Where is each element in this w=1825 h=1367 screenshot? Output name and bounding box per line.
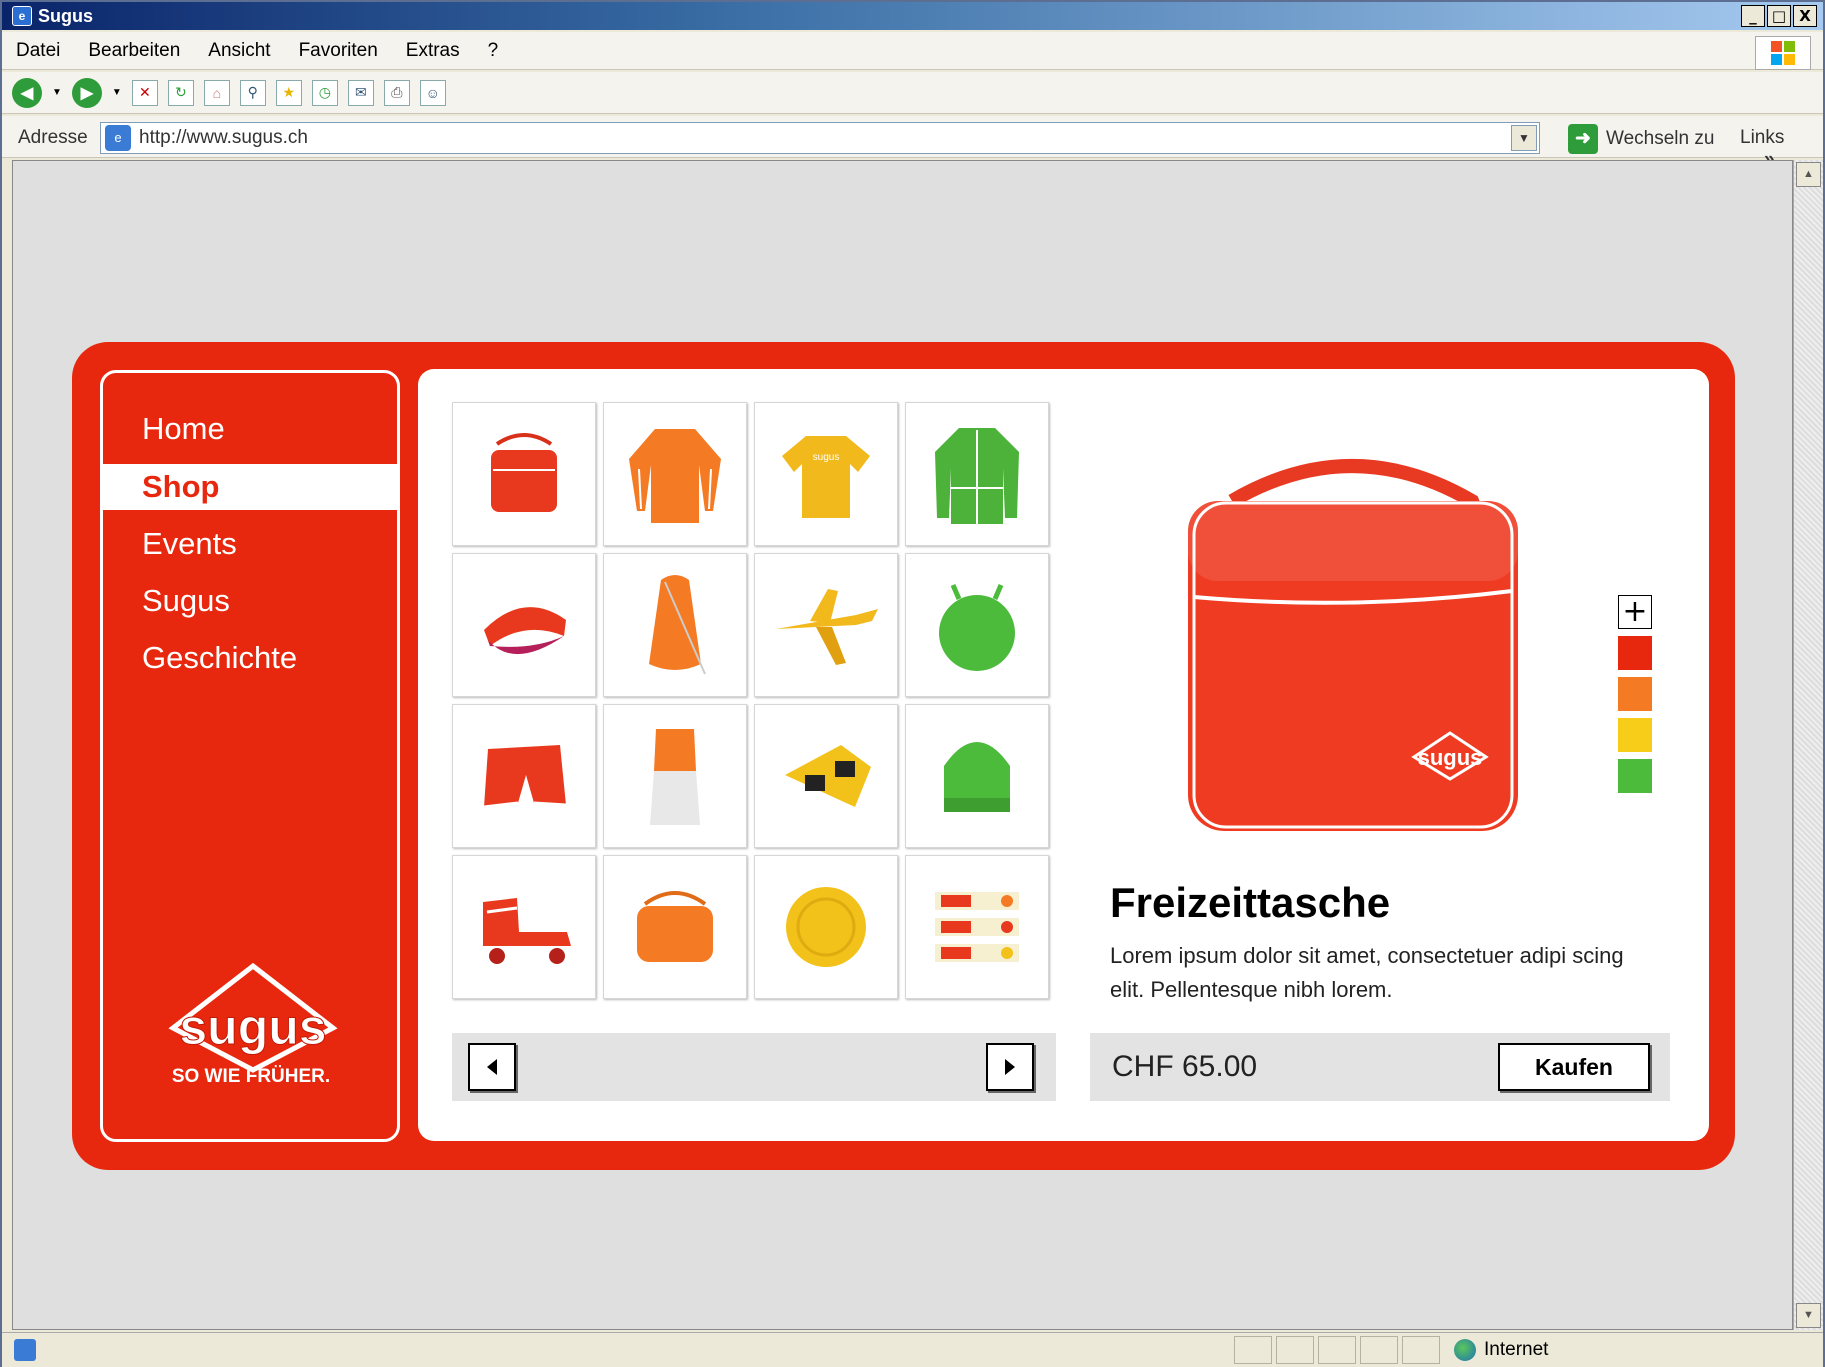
- product-green-jacket[interactable]: [905, 402, 1049, 546]
- menu-bar: Datei Bearbeiten Ansicht Favoriten Extra…: [2, 32, 1823, 70]
- stop-icon[interactable]: ✕: [131, 79, 158, 106]
- swatch-red[interactable]: [1618, 636, 1652, 670]
- product-yellow-ball[interactable]: [754, 855, 898, 999]
- page-status-icon: [14, 1339, 36, 1361]
- home-icon[interactable]: ⌂: [203, 79, 230, 106]
- product-candy-packs[interactable]: [905, 855, 1049, 999]
- close-button[interactable]: X: [1793, 5, 1817, 27]
- menu-extras[interactable]: Extras: [406, 40, 460, 62]
- links-label: Links: [1740, 127, 1785, 148]
- product-price: CHF 65.00: [1112, 1050, 1258, 1083]
- prev-page-button[interactable]: [468, 1043, 516, 1091]
- toolbar: ◀ ▼ ▶ ▼ ✕ ↻ ⌂ ⚲ ★ ◷ ✉ ⎙ ☺: [2, 72, 1823, 114]
- status-bar: Internet: [2, 1332, 1823, 1367]
- address-bar: Adresse e http://www.sugus.ch ▼ ➜ Wechse…: [2, 116, 1823, 170]
- go-arrow-icon: ➜: [1568, 124, 1598, 154]
- triangle-right-icon: [1005, 1059, 1015, 1075]
- product-yellow-sunglasses[interactable]: [754, 704, 898, 848]
- product-green-hopper-ball[interactable]: [905, 553, 1049, 697]
- menu-help[interactable]: ?: [488, 40, 499, 62]
- menu-favoriten[interactable]: Favoriten: [299, 40, 378, 62]
- nav-sugus[interactable]: Sugus: [103, 578, 397, 624]
- logo-text: sugus: [179, 999, 326, 1055]
- product-description: Lorem ipsum dolor sit amet, consectetuer…: [1110, 943, 1624, 1002]
- product-yellow-plane[interactable]: [754, 553, 898, 697]
- status-cells: [1234, 1336, 1440, 1364]
- nav-events[interactable]: Events: [103, 521, 397, 567]
- window-title: Sugus: [38, 5, 94, 26]
- product-orange-drawstring-bag[interactable]: [603, 553, 747, 697]
- svg-text:sugus: sugus: [813, 452, 840, 463]
- product-green-beanie[interactable]: [905, 704, 1049, 848]
- buy-bar: CHF 65.00 Kaufen: [1090, 1033, 1670, 1101]
- buy-button[interactable]: Kaufen: [1498, 1043, 1650, 1091]
- windows-logo-icon: [1755, 36, 1811, 70]
- next-page-button[interactable]: [986, 1043, 1034, 1091]
- triangle-left-icon: [487, 1059, 497, 1075]
- site-sidebar: Home Shop Events Sugus Geschichte sugus …: [100, 370, 400, 1142]
- menu-datei[interactable]: Datei: [16, 40, 60, 62]
- ie-icon: e: [12, 6, 32, 26]
- address-input[interactable]: e http://www.sugus.ch ▼: [100, 122, 1540, 154]
- menu-ansicht[interactable]: Ansicht: [208, 40, 270, 62]
- product-red-bag[interactable]: [452, 402, 596, 546]
- swatch-green[interactable]: [1618, 759, 1652, 793]
- forward-dropdown-icon[interactable]: ▼: [112, 87, 122, 98]
- mail-icon[interactable]: ✉: [347, 79, 374, 106]
- shop-panel: sugus sugus + Freizeittasche Lorem ipsum…: [418, 369, 1709, 1141]
- address-url[interactable]: http://www.sugus.ch: [139, 127, 308, 149]
- page-icon: e: [105, 125, 131, 151]
- browser-window: e Sugus _ □ X Datei Bearbeiten Ansicht F…: [0, 0, 1825, 1367]
- zone-label: Internet: [1484, 1339, 1549, 1360]
- nav-shop[interactable]: Shop: [103, 464, 397, 510]
- product-visor[interactable]: [452, 553, 596, 697]
- back-icon[interactable]: ◀: [12, 77, 42, 108]
- product-bottle-bag[interactable]: [603, 704, 747, 848]
- product-yellow-tshirt[interactable]: sugus: [754, 402, 898, 546]
- scroll-down-icon[interactable]: ▼: [1796, 1303, 1821, 1328]
- product-orange-bag[interactable]: [603, 855, 747, 999]
- security-zone: Internet: [1454, 1339, 1548, 1361]
- product-detail-image: sugus: [1188, 459, 1518, 831]
- favorites-icon[interactable]: ★: [275, 79, 302, 106]
- nav-geschichte[interactable]: Geschichte: [103, 635, 397, 681]
- pager-bar: [452, 1033, 1056, 1101]
- address-dropdown-icon[interactable]: ▼: [1511, 125, 1537, 151]
- search-icon[interactable]: ⚲: [239, 79, 266, 106]
- swatch-yellow[interactable]: [1618, 718, 1652, 752]
- product-orange-longsleeve[interactable]: [603, 402, 747, 546]
- product-grid: sugus: [452, 402, 1049, 999]
- swatch-orange[interactable]: [1618, 677, 1652, 711]
- bag-logo-text: sugus: [1418, 745, 1483, 770]
- product-roller-skates[interactable]: [452, 855, 596, 999]
- nav-home[interactable]: Home: [103, 406, 397, 452]
- go-label: Wechseln zu: [1606, 128, 1715, 149]
- title-bar: e Sugus _ □ X: [2, 2, 1823, 30]
- forward-icon[interactable]: ▶: [71, 77, 102, 108]
- color-swatches: +: [1618, 595, 1652, 793]
- history-icon[interactable]: ◷: [311, 79, 338, 106]
- minimize-button[interactable]: _: [1741, 5, 1765, 27]
- refresh-icon[interactable]: ↻: [167, 79, 194, 106]
- print-icon[interactable]: ⎙: [383, 79, 410, 106]
- maximize-button[interactable]: □: [1767, 5, 1791, 27]
- vertical-scrollbar[interactable]: ▲ ▼: [1793, 160, 1823, 1330]
- product-red-shorts[interactable]: [452, 704, 596, 848]
- address-label: Adresse: [18, 127, 88, 148]
- go-button[interactable]: ➜ Wechseln zu: [1568, 124, 1714, 154]
- menu-bearbeiten[interactable]: Bearbeiten: [88, 40, 180, 62]
- zoom-plus-button[interactable]: +: [1618, 595, 1652, 629]
- back-dropdown-icon[interactable]: ▼: [52, 87, 62, 98]
- slogan: SO WIE FRÜHER.: [171, 1066, 331, 1087]
- globe-icon: [1454, 1339, 1476, 1361]
- scroll-up-icon[interactable]: ▲: [1796, 162, 1821, 187]
- messenger-icon[interactable]: ☺: [419, 79, 446, 106]
- product-title: Freizeittasche: [1110, 879, 1391, 926]
